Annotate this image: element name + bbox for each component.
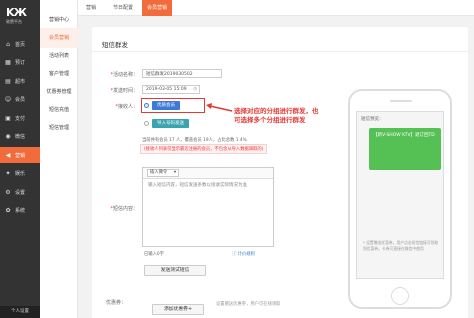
chevron-down-icon: ▾ — [173, 170, 176, 175]
logo-subtitle: 致赞平台 — [6, 19, 22, 24]
sidebar-item-game[interactable]: ✦ 娱乐 — [0, 166, 40, 182]
sms-content-editor[interactable]: 插入微令 ▾ 输入短信内容，短信发送条数以接收实际情况为准 — [142, 167, 274, 247]
preview-note: * 设置赠送优惠券，用户点击短信链接可领取到优惠券，卡券可直接在微信中使用 — [363, 240, 439, 251]
sms-content-textarea[interactable]: 输入短信内容，短信发送条数以接收实际情况为准 — [143, 179, 273, 192]
phone-preview: 短信预览： 【新V-SHOW KTV】退订回TD * 设置赠送优惠券，用户点击短… — [348, 89, 452, 309]
coupon-note: 设置赠送优惠券，用户可在线领取 — [216, 302, 281, 307]
gear-icon: ⚙ — [5, 188, 11, 196]
sidebar-item-shop[interactable]: ▤ 超市 — [0, 73, 40, 89]
app-logo[interactable]: KЖ 致赞平台 — [6, 6, 36, 24]
payment-icon: ▣ — [5, 114, 11, 122]
activity-name-input[interactable]: 短信群发2019030502 — [142, 69, 222, 78]
title-divider — [92, 51, 468, 52]
game-icon: ✦ — [5, 170, 11, 177]
sidebar-item-home[interactable]: ⌂ 首页 — [0, 36, 40, 52]
tab-marketing[interactable]: 营销 — [78, 0, 104, 16]
sms-content-label: *短信内容： — [110, 206, 138, 212]
wechat-icon: ◉ — [5, 133, 11, 140]
clock-icon: ◷ — [193, 87, 197, 92]
subnav-item[interactable]: 短信充值 — [40, 100, 78, 120]
send-test-sms-button[interactable]: 发送测试短信 — [144, 265, 206, 276]
megaphone-icon: ◀ — [5, 151, 11, 159]
sidebar-item-megaphone[interactable]: ◀ 营销 — [0, 147, 40, 163]
sidebar-item-label: 营销 — [15, 152, 26, 159]
sidebar-item-payment[interactable]: ▣ 支付 — [0, 110, 40, 126]
insert-variable-dropdown[interactable]: 插入微令 ▾ — [147, 169, 179, 177]
sidebar-item-label: 首页 — [15, 41, 26, 48]
home-button-icon — [391, 287, 409, 305]
personal-settings-link[interactable]: 个人设置 — [0, 306, 40, 318]
editor-toolbar: 插入微令 ▾ — [143, 168, 273, 179]
subnav-item[interactable]: 会员营销 — [40, 28, 78, 48]
preview-label: 短信预览： — [361, 117, 384, 122]
user-icon: ☺ — [4, 96, 12, 103]
tab-member-marketing[interactable]: 会员营销 — [142, 0, 172, 16]
page-title: 短信群发 — [102, 41, 128, 49]
sidebar-item-label: 会员 — [15, 97, 26, 103]
sidebar-item-gear[interactable]: ⚙ 设置 — [0, 184, 40, 200]
sidebar-item-label: 支付 — [15, 115, 26, 122]
receiver-label: *接收人： — [115, 104, 138, 110]
send-time-value: 2019-03-05 15:09 — [146, 87, 187, 92]
tab-holiday-config[interactable]: 节日配置 — [108, 0, 138, 16]
pricing-rules-link[interactable]: ⓘ 计价规则 — [232, 251, 255, 257]
main-sidebar: KЖ 致赞平台 ⌂ 首页 ▦ 预订 ▤ 超市 ☺ 会员 ▣ 支付 ◉ 微信 ◀ 营销 ✦ 娱乐 ⚙ 设置 ✿ 系统 个… — [0, 0, 40, 318]
shop-icon: ▤ — [5, 77, 11, 85]
sub-navigation: 营销中心 会员营销 活动列表 客户管理 优惠券管理 短信充值 短信管理 — [40, 0, 78, 318]
sidebar-item-label: 微信 — [15, 134, 26, 140]
import-numbers-button[interactable]: 导入号码发送 — [152, 119, 189, 128]
sidebar-item-label: 系统 — [15, 208, 26, 214]
add-coupon-button[interactable]: 添加优惠券+ — [152, 304, 204, 315]
sidebar-item-label: 超市 — [15, 78, 26, 85]
home-icon: ⌂ — [6, 40, 10, 48]
radio-unchecked-icon[interactable] — [144, 121, 149, 126]
subnav-item[interactable]: 优惠券管理 — [40, 82, 78, 102]
char-count: 已输入0字 — [144, 252, 164, 257]
system-icon: ✿ — [5, 207, 11, 214]
subnav-item[interactable]: 营销中心 — [40, 10, 78, 30]
calendar-icon: ▦ — [5, 59, 11, 66]
insert-variable-label: 插入微令 — [150, 170, 168, 175]
sidebar-item-wechat[interactable]: ◉ 微信 — [0, 129, 40, 145]
subnav-item[interactable]: 活动列表 — [40, 46, 78, 66]
receiver-warning: (接收人列表仅显示最近注册的会员，不包含从导入数据调取的) — [140, 144, 268, 154]
sidebar-item-calendar[interactable]: ▦ 预订 — [0, 55, 40, 71]
phone-speaker — [390, 100, 412, 102]
member-stats-text: 当前共有会员 17 人，覆盖会员 19人，占比总数 1.4% — [142, 138, 247, 143]
top-tab-bar: 营销 节日配置 会员营销 — [78, 0, 474, 16]
subnav-item[interactable]: 短信管理 — [40, 118, 78, 138]
send-time-label: *发送时间： — [110, 88, 138, 94]
coupon-label: 优惠券： — [106, 300, 127, 306]
logo-mark: KЖ — [6, 6, 27, 19]
annotation-text: 选择对应的分组进行群发，也 可选择多个分组进行群发 — [234, 107, 319, 124]
annotation-arrow-icon — [206, 103, 233, 112]
sidebar-item-label: 预订 — [15, 60, 26, 66]
highlight-box — [141, 98, 205, 113]
sidebar-item-label: 娱乐 — [15, 171, 26, 177]
sms-preview-bubble: 【新V-SHOW KTV】退订回TD — [369, 128, 441, 170]
activity-name-label: *活动名称： — [110, 72, 138, 78]
sidebar-item-label: 设置 — [15, 189, 26, 196]
sidebar-item-system[interactable]: ✿ 系统 — [0, 203, 40, 219]
subnav-item[interactable]: 客户管理 — [40, 64, 78, 84]
sms-broadcast-panel: 短信群发 *活动名称： 短信群发2019030502 *发送时间： 2019-0… — [92, 27, 468, 318]
send-time-input[interactable]: 2019-03-05 15:09 ◷ — [142, 85, 200, 94]
sidebar-item-user[interactable]: ☺ 会员 — [0, 92, 40, 108]
phone-screen: 短信预览： 【新V-SHOW KTV】退订回TD * 设置赠送优惠券，用户点击短… — [356, 111, 444, 279]
receiver-option-import[interactable]: 导入号码发送 — [144, 119, 189, 128]
